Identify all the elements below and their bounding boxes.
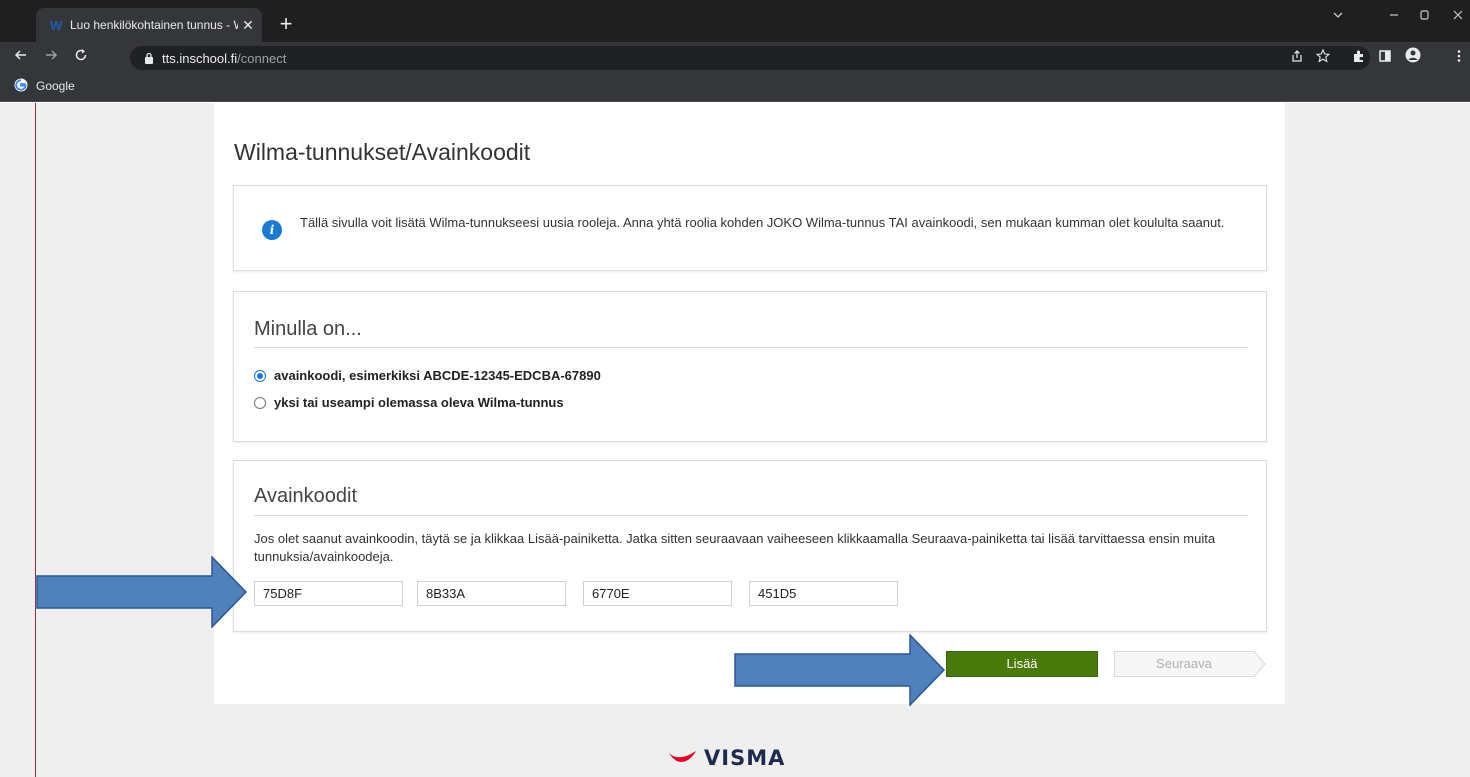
close-icon[interactable] — [1446, 8, 1470, 24]
tab-strip: W Luo henkilökohtainen tunnus - Wilma ✕ … — [0, 0, 1470, 42]
radio-button[interactable] — [254, 396, 266, 409]
radio-option-keycode[interactable]: avainkoodi, esimerkiksi ABCDE-12345-EDCB… — [254, 368, 601, 383]
chevron-down-icon[interactable] — [1326, 8, 1350, 24]
info-text: Tällä sivulla voit lisätä Wilma-tunnukse… — [300, 215, 1225, 230]
tab-title: Luo henkilökohtainen tunnus - Wilma — [70, 18, 238, 32]
keycode-field-1[interactable] — [254, 581, 403, 606]
visma-wordmark: VISMA — [704, 746, 786, 770]
bookmark-google[interactable]: Google — [14, 78, 75, 94]
next-button[interactable]: Seuraava — [1114, 651, 1266, 677]
bookmark-label: Google — [36, 79, 75, 93]
radio-option-existing-account[interactable]: yksi tai useampi olemassa oleva Wilma-tu… — [254, 395, 564, 410]
new-tab-button[interactable]: + — [272, 10, 300, 38]
keycode-field-3[interactable] — [583, 581, 732, 606]
page-edge-line — [35, 103, 36, 777]
google-icon — [14, 78, 30, 94]
tab-close-icon[interactable]: ✕ — [238, 17, 258, 34]
extensions-icon[interactable] — [1348, 47, 1370, 69]
star-icon[interactable] — [1312, 47, 1334, 69]
visma-logo: VISMA — [668, 746, 785, 770]
page-title: Wilma-tunnukset/Avainkoodit — [234, 139, 531, 165]
keycode-field-4[interactable] — [749, 581, 898, 606]
radio-label: yksi tai useampi olemassa oleva Wilma-tu… — [274, 395, 564, 410]
share-icon[interactable] — [1286, 47, 1308, 69]
wilma-favicon-icon: W — [48, 17, 64, 33]
radio-button-checked[interactable] — [254, 369, 266, 382]
info-icon: i — [262, 220, 282, 240]
lock-icon[interactable] — [144, 52, 154, 64]
annotation-arrow-right — [734, 634, 946, 706]
divider — [254, 347, 1248, 348]
keycode-heading: Avainkoodit — [254, 485, 358, 507]
reload-icon[interactable] — [70, 47, 92, 69]
bookmarks-bar: Google — [0, 74, 1470, 102]
keycode-help-text: Jos olet saanut avainkoodin, täytä se ja… — [254, 531, 1216, 564]
role-selection-panel: Minulla on... avainkoodi, esimerkiksi AB… — [233, 291, 1267, 442]
visma-swoosh-icon — [669, 751, 696, 762]
profile-icon[interactable] — [1402, 47, 1424, 69]
url-path: /connect — [237, 50, 287, 66]
main-content-card: Wilma-tunnukset/Avainkoodit i Tällä sivu… — [214, 103, 1285, 704]
browser-tab[interactable]: W Luo henkilökohtainen tunnus - Wilma ✕ — [36, 8, 262, 42]
add-button[interactable]: Lisää — [946, 651, 1098, 677]
role-heading: Minulla on... — [254, 318, 362, 340]
forward-icon[interactable] — [40, 47, 62, 69]
svg-text:W: W — [50, 18, 63, 32]
minimize-icon[interactable] — [1382, 8, 1406, 24]
maximize-icon[interactable] — [1412, 8, 1436, 24]
address-bar[interactable]: tts.inschool.fi/connect — [130, 46, 1370, 70]
divider — [254, 515, 1248, 516]
annotation-arrow-left — [36, 556, 248, 628]
sidepanel-icon[interactable] — [1374, 47, 1396, 69]
radio-label: avainkoodi, esimerkiksi ABCDE-12345-EDCB… — [274, 368, 601, 383]
menu-icon[interactable] — [1448, 47, 1470, 69]
back-icon[interactable] — [10, 47, 32, 69]
keycode-field-2[interactable] — [417, 581, 566, 606]
keycode-panel: Avainkoodit Jos olet saanut avainkoodin,… — [233, 460, 1267, 632]
info-panel: i Tällä sivulla voit lisätä Wilma-tunnuk… — [233, 185, 1267, 271]
url-host: tts.inschool.fi — [162, 50, 238, 66]
next-button-label: Seuraava — [1156, 656, 1212, 671]
toolbar: tts.inschool.fi/connect — [0, 42, 1470, 74]
